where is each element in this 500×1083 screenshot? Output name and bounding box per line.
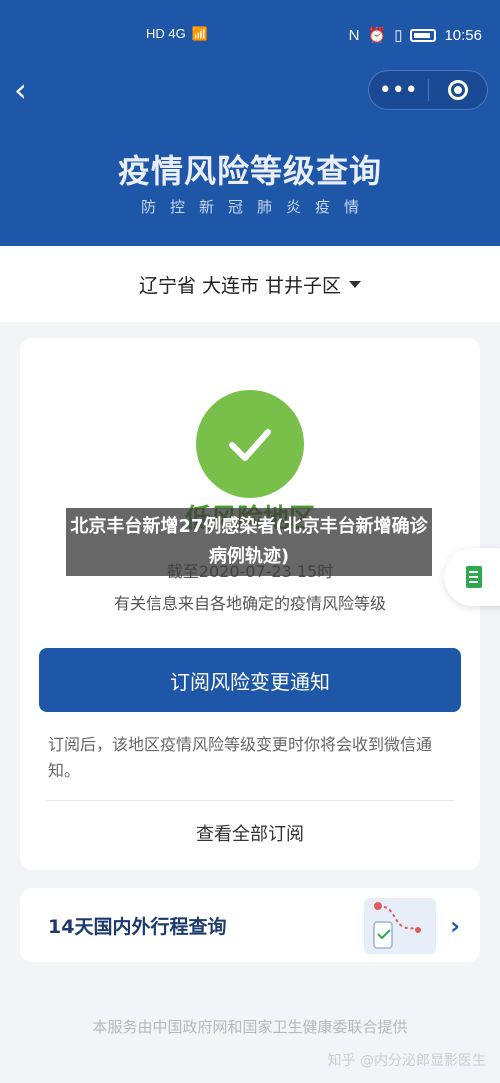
caret-down-icon	[349, 280, 362, 288]
side-floating-button[interactable]	[444, 548, 500, 606]
view-all-subscriptions-link[interactable]: 查看全部订阅	[20, 820, 480, 846]
target-icon	[447, 80, 468, 100]
status-bar: HD 4G 📶 N ⏰ ▯ 10:56	[0, 22, 500, 52]
document-icon	[466, 566, 482, 588]
route-map-icon	[364, 898, 436, 954]
region-label: 辽宁省 大连市 甘井子区	[138, 274, 342, 297]
page-title: 疫情风险等级查询	[117, 152, 382, 190]
clock: 10:56	[444, 26, 482, 44]
risk-card: 低风险地区 截至2020-07-23 15时 有关信息来自各地确定的疫情风险等级…	[20, 338, 480, 870]
chevron-right-icon: ›	[450, 912, 460, 940]
footer-provider-text: 本服务由中国政府网和国家卫生健康委联合提供	[92, 1018, 408, 1036]
back-button[interactable]: ‹	[14, 72, 42, 108]
network-indicator: HD 4G	[146, 26, 186, 41]
itinerary-label: 14天国内外行程查询	[48, 916, 227, 938]
more-button[interactable]: •••	[369, 71, 428, 109]
page-subtitle: 防控新冠肺炎疫情	[140, 198, 373, 216]
signal-icon: 📶	[191, 26, 208, 41]
subscribe-description: 订阅后，该地区疫情风险等级变更时你将会收到微信通知。	[48, 735, 433, 780]
card-divider	[46, 800, 454, 801]
status-left: HD 4G 📶	[146, 26, 208, 42]
region-selector[interactable]: 辽宁省 大连市 甘井子区	[0, 246, 500, 322]
checkmark-icon	[229, 429, 271, 461]
more-dots-icon: •••	[378, 77, 418, 103]
info-source-text: 有关信息来自各地确定的疫情风险等级	[113, 594, 386, 613]
alarm-icon: ⏰	[367, 27, 387, 44]
itinerary-query-card[interactable]: 14天国内外行程查询 ›	[20, 888, 480, 962]
vibrate-icon: ▯	[394, 27, 403, 44]
watermark: 知乎 @内分泌郎显影医生	[327, 1053, 486, 1069]
subscribe-button[interactable]: 订阅风险变更通知	[39, 648, 461, 712]
news-overlay-banner: 北京丰台新增27例感染者(北京丰台新增确诊病例轨迹)	[66, 508, 432, 576]
low-risk-badge	[196, 390, 304, 498]
close-miniprogram-button[interactable]	[429, 71, 488, 109]
header: HD 4G 📶 N ⏰ ▯ 10:56 ‹ ••• 疫情风险等级查询 防控新冠肺…	[0, 0, 500, 246]
status-right: N ⏰ ▯ 10:56	[348, 26, 482, 45]
chevron-left-icon: ‹	[14, 71, 27, 109]
battery-icon	[410, 28, 437, 42]
miniprogram-capsule: •••	[368, 70, 488, 110]
nfc-icon: N	[348, 26, 360, 44]
